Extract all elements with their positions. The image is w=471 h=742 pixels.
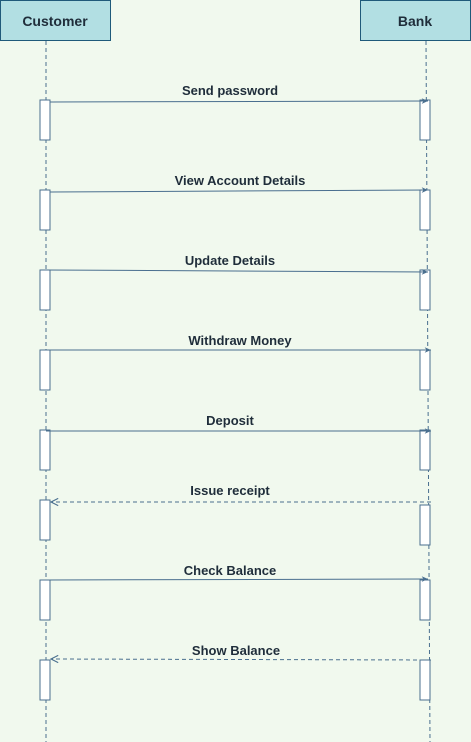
bank-activation-bar	[419, 189, 431, 231]
customer-activations	[39, 99, 51, 701]
message-label: Issue receipt	[190, 483, 270, 498]
customer-label: Customer	[22, 13, 88, 29]
message-show-balance[interactable]: Show Balance	[51, 643, 432, 660]
message-label: Update Details	[185, 253, 275, 268]
bank-activation-bar	[419, 99, 431, 141]
customer-activation-bar	[39, 189, 51, 231]
message-arrow[interactable]	[45, 576, 429, 582]
message-send-password[interactable]: Send password	[49, 83, 429, 104]
message-label: Withdraw Money	[188, 333, 292, 348]
message-arrow[interactable]	[45, 269, 429, 275]
bank-activation-bar	[419, 349, 431, 391]
message-label: Show Balance	[192, 643, 280, 658]
message-return-arrow[interactable]	[51, 659, 432, 660]
message-update-details[interactable]: Update Details	[45, 253, 429, 275]
message-check-balance[interactable]: Check Balance	[45, 563, 429, 582]
sequence-diagram: Customer Bank Send password View Account…	[0, 0, 471, 742]
bank-activation-bar	[419, 269, 431, 311]
message-arrow[interactable]	[49, 187, 429, 193]
participant-bank[interactable]: Bank	[360, 0, 471, 41]
bank-activation-bar	[419, 579, 431, 621]
bank-label: Bank	[398, 13, 432, 29]
bank-activation-bar	[419, 504, 431, 546]
message-label: View Account Details	[175, 173, 306, 188]
message-view-account-details[interactable]: View Account Details	[49, 173, 429, 193]
bank-lifeline	[425, 40, 431, 742]
customer-activation-bar	[39, 499, 51, 541]
message-deposit[interactable]: Deposit	[46, 413, 431, 434]
customer-activation-bar	[39, 429, 51, 471]
bank-activation-bar	[419, 429, 431, 471]
message-label: Deposit	[206, 413, 254, 428]
customer-activation-bar	[39, 269, 51, 311]
customer-activation-bar	[39, 99, 51, 141]
participant-customer[interactable]: Customer	[0, 0, 111, 41]
message-label: Send password	[182, 83, 278, 98]
customer-activation-bar	[39, 579, 51, 621]
message-arrow[interactable]	[49, 98, 429, 104]
customer-activation-bar	[39, 659, 51, 701]
bank-activation-bar	[419, 659, 431, 701]
message-label: Check Balance	[184, 563, 277, 578]
message-issue-receipt[interactable]: Issue receipt	[51, 483, 431, 502]
customer-activation-bar	[39, 349, 51, 391]
message-withdraw-money[interactable]: Withdraw Money	[46, 333, 431, 353]
